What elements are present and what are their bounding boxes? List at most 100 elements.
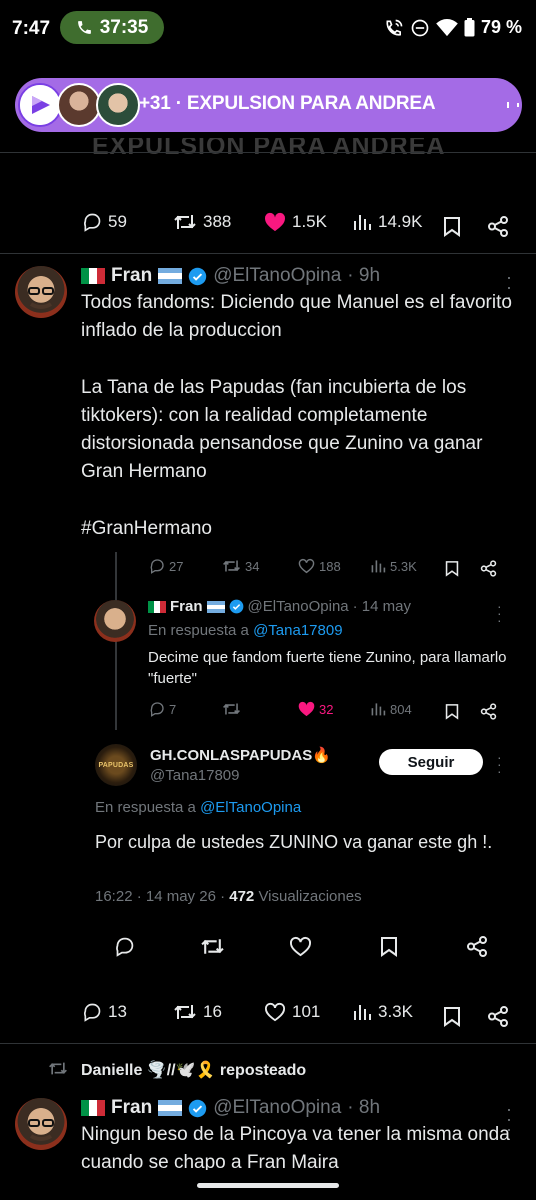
host-avatar-2 xyxy=(96,83,140,127)
call-timer: 37:35 xyxy=(99,16,149,38)
views-button[interactable]: 5.3K xyxy=(370,558,417,574)
mention-link[interactable]: @ElTanoOpina xyxy=(200,799,301,816)
bookmark-icon[interactable] xyxy=(443,1006,461,1027)
views-button[interactable]: 804 xyxy=(370,701,412,717)
heart-icon[interactable] xyxy=(289,936,312,957)
share-icon[interactable] xyxy=(487,1006,509,1027)
views-button[interactable]: 3.3K xyxy=(352,1002,413,1022)
phone-icon xyxy=(77,21,91,34)
tweet-time[interactable]: · 8h xyxy=(347,1097,380,1119)
share-icon[interactable] xyxy=(480,703,497,720)
tweet-time[interactable]: · 9h xyxy=(347,265,380,287)
quoted-actions xyxy=(0,933,536,963)
tweet-actions: 13 16 101 3.3K xyxy=(0,1002,536,1032)
tweet-body-p1: Todos fandoms: Diciendo que Manuel es el… xyxy=(81,292,512,341)
repost-button[interactable]: 34 xyxy=(222,558,259,574)
author-handle[interactable]: @ElTanoOpina xyxy=(213,1097,341,1119)
reply-button[interactable]: 59 xyxy=(82,212,127,232)
reply-author-handle[interactable]: @ElTanoOpina xyxy=(248,598,349,615)
reply-button[interactable]: 7 xyxy=(149,701,176,717)
repost-icon xyxy=(223,703,240,715)
reply-icon xyxy=(84,213,101,232)
share-icon[interactable] xyxy=(480,560,497,577)
views-icon xyxy=(371,703,386,716)
reply-button[interactable]: 13 xyxy=(82,1002,127,1022)
bookmark-icon[interactable] xyxy=(443,216,461,237)
like-button[interactable]: 188 xyxy=(298,558,341,574)
reply-body: Decime que fandom fuerte tiene Zunino, p… xyxy=(148,649,507,687)
author-handle[interactable]: @ElTanoOpina xyxy=(213,265,341,287)
italy-flag-icon xyxy=(81,268,105,284)
verified-badge-icon xyxy=(188,1099,207,1117)
reposter-name: Danielle xyxy=(81,1062,143,1079)
author-face-icon xyxy=(28,287,54,309)
reposted-by[interactable]: Danielle 🌪️//🕊️🎗️ reposteado xyxy=(81,1060,306,1080)
italy-flag-icon xyxy=(148,600,166,613)
repost-button[interactable] xyxy=(222,701,241,717)
views-button[interactable]: 14.9K xyxy=(352,212,422,232)
bookmark-icon[interactable] xyxy=(445,560,459,577)
tweet-actions-small: 27 34 188 5.3K xyxy=(0,558,536,588)
hashtag-link[interactable]: #GranHermano xyxy=(81,515,212,543)
views-icon xyxy=(371,560,386,573)
follow-button[interactable]: Seguir xyxy=(379,749,483,775)
in-reply-to: En respuesta a @ElTanoOpina xyxy=(95,799,302,816)
bookmark-icon[interactable] xyxy=(380,936,398,957)
reply-header: Fran @ElTanoOpina · 14 may xyxy=(148,598,411,615)
quoted-meta: 16:22 · 14 may 26 · 472 Visualizaciones xyxy=(95,888,362,905)
like-button[interactable]: 32 xyxy=(298,701,333,717)
like-button[interactable]: 101 xyxy=(264,1002,320,1022)
bookmark-icon[interactable] xyxy=(445,703,459,720)
repost-button[interactable]: 388 xyxy=(173,212,231,232)
repost-button[interactable]: 16 xyxy=(173,1002,222,1022)
tweet-body-p2: La Tana de las Papudas (fan incubierta d… xyxy=(81,377,483,482)
author-avatar[interactable] xyxy=(15,1098,67,1150)
heart-filled-icon xyxy=(298,701,315,717)
views-icon xyxy=(354,1005,371,1020)
repost-icon xyxy=(49,1062,67,1075)
author-avatar[interactable] xyxy=(15,266,67,318)
battery-icon xyxy=(464,18,475,37)
repost-icon xyxy=(223,560,240,572)
host-avatar-1 xyxy=(57,83,101,127)
system-icons: 79 % xyxy=(384,17,522,38)
quoted-author-handle[interactable]: @Tana17809 xyxy=(150,767,239,784)
reply-icon[interactable] xyxy=(114,936,135,957)
repost-icon xyxy=(174,1005,196,1019)
italy-flag-icon xyxy=(81,1100,105,1116)
ongoing-call-pill[interactable]: 37:35 xyxy=(60,11,164,44)
author-face-icon xyxy=(28,1119,54,1141)
more-options-icon[interactable]: · · · xyxy=(497,599,502,627)
share-icon[interactable] xyxy=(487,216,509,237)
like-button[interactable]: 1.5K xyxy=(264,212,327,232)
post-timestamp[interactable]: 16:22 · 14 may 26 · xyxy=(95,888,229,905)
quoted-author-name[interactable]: GH.CONLASPAPUDAS🔥 xyxy=(150,746,331,764)
reply-author-avatar[interactable] xyxy=(94,600,136,642)
reply-actions: 7 32 804 xyxy=(0,701,536,731)
heart-icon xyxy=(298,558,315,574)
repost-icon[interactable] xyxy=(200,936,225,957)
author-name[interactable]: Fran xyxy=(111,1097,152,1119)
tweet-body: Ningun beso de la Pincoya va tener la mi… xyxy=(81,1124,510,1170)
mention-link[interactable]: @Tana17809 xyxy=(253,622,342,639)
wifi-call-icon xyxy=(386,19,403,36)
wifi-icon xyxy=(436,18,458,36)
view-count: 472 xyxy=(229,888,255,905)
quoted-author-avatar[interactable]: PAPUDAS xyxy=(95,744,137,786)
divider xyxy=(0,253,536,254)
more-options-icon[interactable]: · · · xyxy=(497,750,502,778)
share-icon[interactable] xyxy=(466,936,488,957)
reposted-label: reposteado xyxy=(219,1062,307,1079)
in-reply-to: En respuesta a @Tana17809 xyxy=(148,622,343,639)
live-space-banner[interactable]: +31 · EXPULSION PARA ANDREA xyxy=(15,78,522,132)
home-indicator[interactable] xyxy=(197,1183,339,1188)
divider xyxy=(0,1043,536,1044)
author-name[interactable]: Fran xyxy=(111,265,152,287)
status-bar: 7:47 37:35 79 % xyxy=(0,0,536,58)
reply-icon xyxy=(150,702,164,717)
live-banner-title: +31 · EXPULSION PARA ANDREA xyxy=(139,93,436,114)
do-not-disturb-icon xyxy=(411,19,429,36)
reply-time[interactable]: · 14 may xyxy=(353,598,411,615)
reply-button[interactable]: 27 xyxy=(149,558,183,574)
reply-author-name[interactable]: Fran xyxy=(170,598,203,615)
